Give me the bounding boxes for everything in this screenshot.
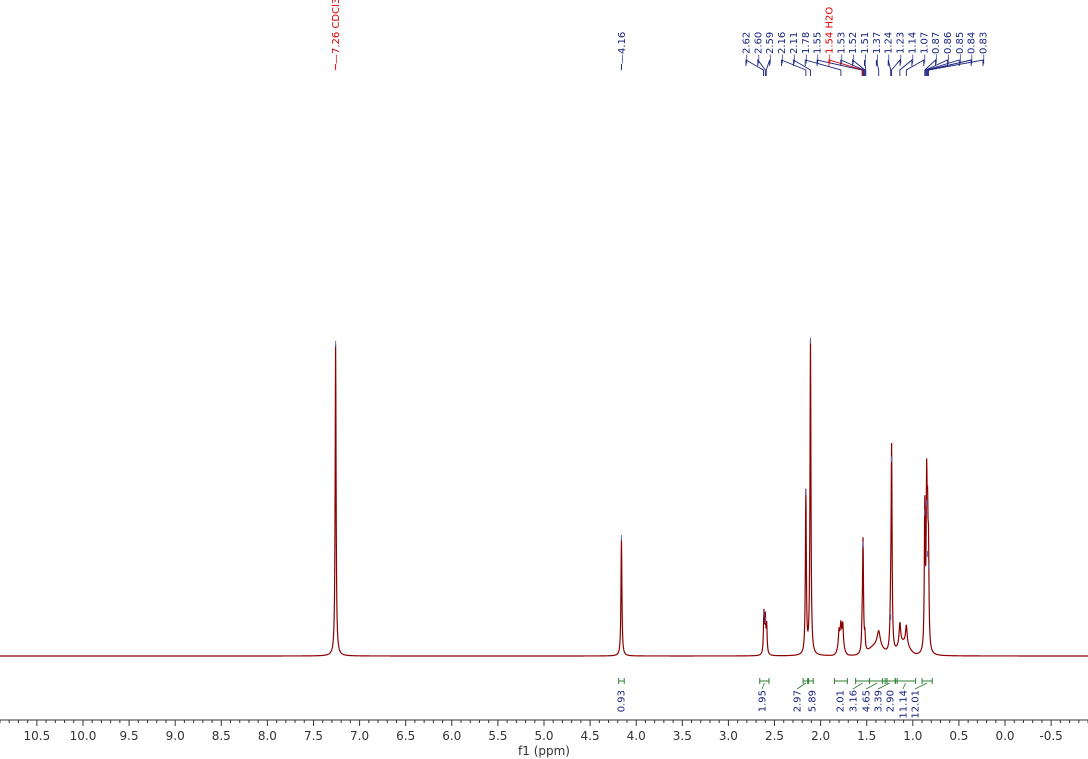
peak-label: —7.26 CDCl3 <box>331 0 342 64</box>
peak-label: —2.60 <box>753 32 764 64</box>
peak-label: —0.86 <box>943 32 954 64</box>
x-axis-ticks: 10.5 10.0 9.5 9.0 8.5 8.0 7.5 7.0 6.5 6.0 5.5 5.0 4.… <box>0 720 1088 743</box>
peak-label: —1.07 <box>919 32 930 64</box>
integral-connector <box>796 682 807 690</box>
integral-value: 11.14 <box>899 690 910 719</box>
x-tick-label: 3.5 <box>673 729 692 743</box>
integral-value: 4.65 <box>862 690 873 712</box>
peak-label: —1.53 <box>836 32 847 64</box>
peak-label: —0.85 <box>955 32 966 64</box>
x-tick-label: 5.5 <box>488 729 507 743</box>
x-tick-label: 8.5 <box>212 729 231 743</box>
x-tick-label: 8.0 <box>258 729 277 743</box>
integral-value: 5.89 <box>808 690 819 712</box>
x-tick-label: 9.5 <box>120 729 139 743</box>
x-tick-label: 7.0 <box>350 729 369 743</box>
x-tick-label: 2.0 <box>811 729 830 743</box>
integral-value: 0.93 <box>617 690 628 712</box>
peak-label: —1.14 <box>907 32 918 64</box>
x-tick-label: 10.0 <box>70 729 97 743</box>
integral-value: 2.97 <box>793 690 804 712</box>
peak-label: —1.52 <box>848 32 859 64</box>
x-tick-label: 1.0 <box>903 729 922 743</box>
peak-label: —2.59 <box>765 32 776 64</box>
x-tick-label: 6.5 <box>396 729 415 743</box>
peak-label: —2.16 <box>777 32 788 64</box>
integral-connector <box>761 682 765 690</box>
integral-connector <box>852 682 863 690</box>
peak-label: —1.24 <box>884 32 895 64</box>
peak-label: —0.83 <box>979 32 990 64</box>
peak-label: —1.54 H2O <box>824 7 835 64</box>
x-tick-label: 3.0 <box>719 729 738 743</box>
x-tick-label: 7.5 <box>304 729 323 743</box>
peak-label: —1.55 <box>813 32 824 64</box>
integral-value: 3.39 <box>874 690 885 712</box>
x-tick-label: 2.5 <box>765 729 784 743</box>
peak-label: —2.11 <box>789 32 800 64</box>
x-tick-label: 4.0 <box>627 729 646 743</box>
x-tick-label: -0.5 <box>1039 729 1062 743</box>
peak-label: —4.16 <box>617 32 628 64</box>
integral-connector <box>865 682 878 690</box>
integral-connector <box>877 682 890 690</box>
peak-label: —0.84 <box>967 32 978 64</box>
integral-value: 1.95 <box>758 690 769 712</box>
x-axis-title: f1 (ppm) <box>518 744 570 758</box>
peak-label: —1.78 <box>801 32 812 64</box>
x-tick-label: 9.0 <box>166 729 185 743</box>
peak-label: —1.23 <box>896 32 907 64</box>
x-tick-label: 0.0 <box>995 729 1014 743</box>
x-tick-label: 10.5 <box>24 729 51 743</box>
peak-label: —0.87 <box>931 32 942 64</box>
x-tick-label: 1.5 <box>857 729 876 743</box>
x-tick-label: 6.0 <box>442 729 461 743</box>
integral-value: 2.90 <box>886 690 897 712</box>
integral-value: 2.01 <box>836 690 847 712</box>
x-tick-label: 4.5 <box>581 729 600 743</box>
integrals-layer: 0.93 1.95 2.97 5.89 2.01 3.16 4.65 3.39 2.90 11.1… <box>617 678 933 719</box>
x-axis: 10.5 10.0 9.5 9.0 8.5 8.0 7.5 7.0 6.5 6.0 5.5 5.0 4.… <box>0 719 1088 758</box>
peak-labels-layer: —7.26 CDCl3 —4.16 —2.62 —2.60 —2.59 —2.16 —2.1… <box>331 0 990 76</box>
x-tick-label: 0.5 <box>949 729 968 743</box>
peak-label: —1.37 <box>872 32 883 64</box>
spectrum-line <box>0 339 1088 657</box>
integral-connector <box>914 682 928 690</box>
x-tick-label: 5.0 <box>534 729 553 743</box>
integral-value: 3.16 <box>849 690 860 712</box>
spectrum-layer <box>0 337 1088 657</box>
nmr-spectrum-chart: —7.26 CDCl3 —4.16 —2.62 —2.60 —2.59 —2.16 —2.1… <box>0 0 1088 758</box>
peak-label: —2.62 <box>742 32 753 64</box>
integral-connector <box>902 682 906 690</box>
integral-value: 12.01 <box>911 690 922 719</box>
peak-label: —1.51 <box>860 32 871 64</box>
